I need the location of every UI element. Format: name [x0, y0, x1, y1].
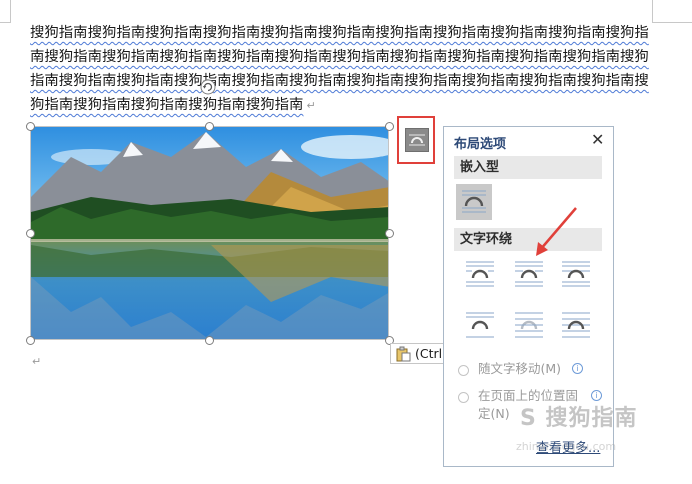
red-arrow-annotation — [536, 207, 577, 256]
resize-handle-top-right[interactable] — [385, 122, 394, 131]
layout-inline-option[interactable] — [456, 184, 492, 220]
wrap-in-front-icon — [562, 312, 590, 338]
page-margin-right — [652, 0, 653, 22]
layout-options-button[interactable] — [397, 116, 435, 164]
wrap-behind-text-icon — [515, 312, 543, 338]
inline-layout-icon — [462, 190, 486, 213]
wrap-top-bottom-icon — [466, 312, 494, 338]
page-margin-top-left — [0, 22, 11, 23]
move-with-text-label[interactable]: 随文字移动(M) — [478, 360, 561, 378]
wrap-through-icon — [562, 261, 590, 287]
clipboard-icon — [396, 346, 411, 362]
resize-handle-bottom[interactable] — [205, 336, 214, 345]
resize-handle-top-left[interactable] — [26, 122, 35, 131]
resize-handle-right[interactable] — [385, 229, 394, 238]
wrap-top-bottom-option[interactable] — [462, 307, 498, 343]
move-with-text-radio[interactable] — [458, 365, 469, 376]
layout-options-icon — [405, 128, 429, 152]
fix-position-radio[interactable] — [458, 392, 469, 403]
panel-title: 布局选项 — [454, 137, 507, 152]
wrap-tight-icon — [515, 261, 543, 287]
page-margin-left — [10, 0, 11, 22]
landscape-image — [31, 127, 388, 339]
page-margin-top-right — [652, 22, 692, 23]
paragraph-mark: ↵ — [306, 99, 316, 112]
resize-handle-left[interactable] — [26, 229, 35, 238]
watermark-url: zhinan.sogou.com — [516, 440, 617, 453]
empty-paragraph-mark: ↵ — [32, 355, 42, 368]
section-inline-header: 嵌入型 — [454, 156, 602, 179]
close-icon[interactable]: ✕ — [591, 131, 604, 149]
watermark-logo: S 搜狗指南 — [520, 406, 638, 431]
wrap-in-front-option[interactable] — [558, 307, 594, 343]
resize-handle-bottom-left[interactable] — [26, 336, 35, 345]
rotate-handle-icon[interactable] — [200, 79, 216, 95]
document-paragraph[interactable]: 搜狗指南搜狗指南搜狗指南搜狗指南搜狗指南搜狗指南搜狗指南搜狗指南搜狗指南搜狗指南… — [30, 21, 655, 118]
inserted-picture[interactable] — [30, 126, 389, 340]
wrap-square-icon — [466, 261, 494, 287]
wrap-behind-text-option[interactable] — [511, 307, 547, 343]
wrap-square-option[interactable] — [462, 256, 498, 292]
info-icon: i — [572, 363, 583, 374]
resize-handle-top[interactable] — [205, 122, 214, 131]
wrap-through-option[interactable] — [558, 256, 594, 292]
wrap-tight-option[interactable] — [511, 256, 547, 292]
paragraph-text[interactable]: 搜狗指南搜狗指南搜狗指南搜狗指南搜狗指南搜狗指南搜狗指南搜狗指南搜狗指南搜狗指南… — [30, 25, 649, 113]
